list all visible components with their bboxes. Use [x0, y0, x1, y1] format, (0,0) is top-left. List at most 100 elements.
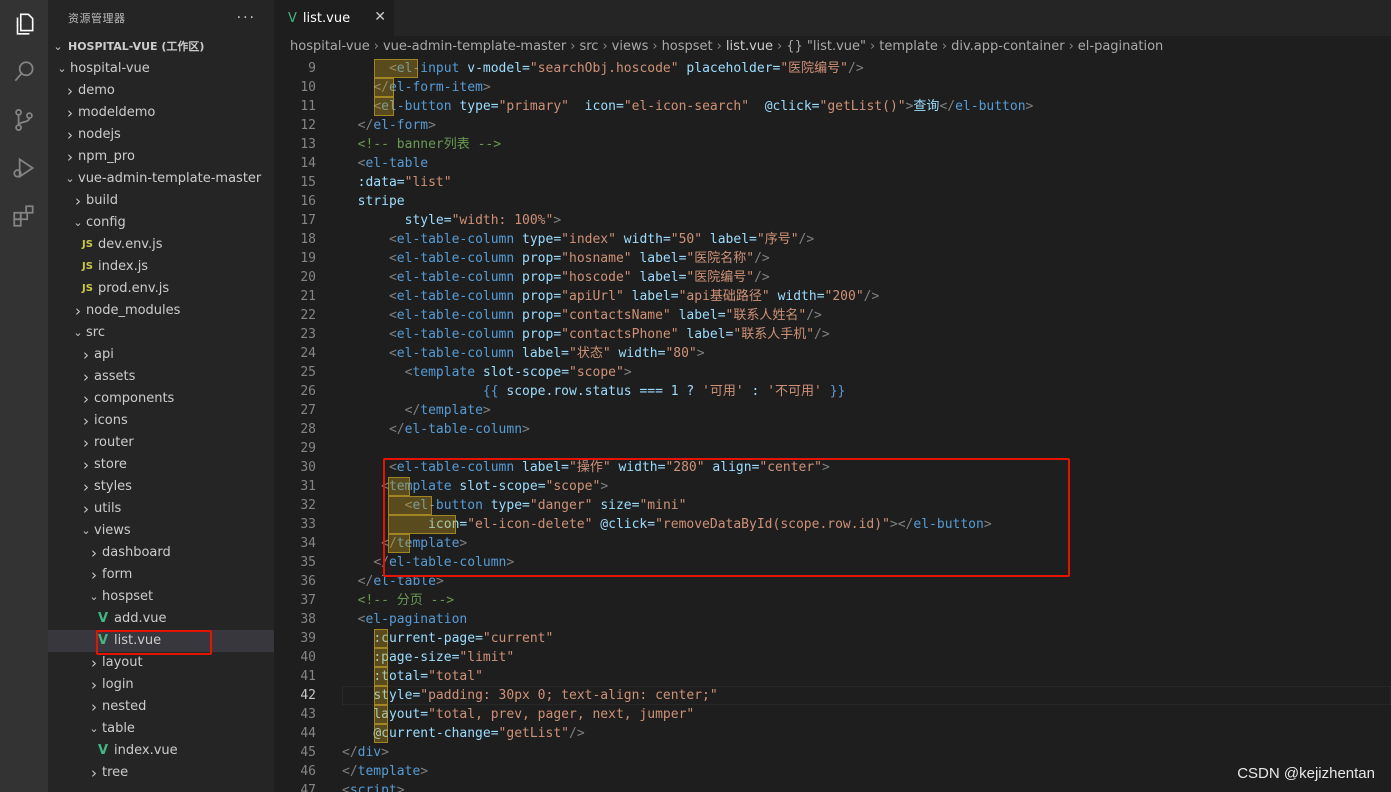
code-line[interactable]: 27 </template>	[274, 401, 1391, 420]
tree-item[interactable]: Vadd.vue	[48, 608, 274, 630]
run-debug-icon[interactable]	[10, 154, 38, 182]
line-number: 44	[300, 726, 316, 741]
line-number: 27	[300, 403, 316, 418]
tree-item[interactable]: ⌄ vue-admin-template-master	[48, 168, 274, 190]
chevron-right-icon: ›	[1068, 39, 1074, 54]
tree-item[interactable]: › build	[48, 190, 274, 212]
code-line[interactable]: 47 <script>	[274, 781, 1391, 792]
breadcrumb-item[interactable]: {} "list.vue"	[786, 36, 866, 58]
tree-item[interactable]: › icons	[48, 410, 274, 432]
code-line[interactable]: 45 </div>	[274, 743, 1391, 762]
chevron-down-icon: ⌄	[81, 524, 91, 537]
extensions-icon[interactable]	[10, 202, 38, 230]
tree-item[interactable]: ⌄ table	[48, 718, 274, 740]
breadcrumb-item[interactable]: div.app-container	[951, 36, 1064, 58]
tree-item[interactable]: › styles	[48, 476, 274, 498]
tree-item[interactable]: › assets	[48, 366, 274, 388]
code-line[interactable]: 39 :current-page="current"	[274, 629, 1391, 648]
code-line[interactable]: 37 <!-- 分页 -->	[274, 591, 1391, 610]
tree-item-label: table	[102, 721, 135, 736]
tab-list-vue[interactable]: V list.vue ✕	[274, 0, 394, 36]
code-line[interactable]: 38 <el-pagination	[274, 610, 1391, 629]
tree-item[interactable]: › store	[48, 454, 274, 476]
code-line[interactable]: 41 :total="total"	[274, 667, 1391, 686]
code-line[interactable]: 22 <el-table-column prop="contactsName" …	[274, 306, 1391, 325]
code-line[interactable]: 17 style="width: 100%">	[274, 211, 1391, 230]
breadcrumb-item[interactable]: vue-admin-template-master	[383, 36, 566, 58]
breadcrumb-item[interactable]: hospital-vue	[290, 36, 370, 58]
code-line[interactable]: 21 <el-table-column prop="apiUrl" label=…	[274, 287, 1391, 306]
tree-item[interactable]: › dashboard	[48, 542, 274, 564]
tree-item[interactable]: ⌄ hospital-vue	[48, 58, 274, 80]
tree-item[interactable]: JS dev.env.js	[48, 234, 274, 256]
code-line[interactable]: 16 stripe	[274, 192, 1391, 211]
tree-item[interactable]: ⌄ config	[48, 212, 274, 234]
more-actions-icon[interactable]: ···	[237, 10, 256, 26]
workspace-root[interactable]: ⌄ HOSPITAL-VUE (工作区)	[48, 36, 274, 58]
breadcrumb-item[interactable]: template	[879, 36, 938, 58]
code-line[interactable]: 20 <el-table-column prop="hoscode" label…	[274, 268, 1391, 287]
code-line[interactable]: 43 layout="total, prev, pager, next, jum…	[274, 705, 1391, 724]
tree-item[interactable]: › router	[48, 432, 274, 454]
tree-item[interactable]: › npm_pro	[48, 146, 274, 168]
tree-item[interactable]: › form	[48, 564, 274, 586]
whitespace-highlight	[374, 97, 394, 116]
code-line[interactable]: 28 </el-table-column>	[274, 420, 1391, 439]
line-number: 11	[300, 99, 316, 114]
chevron-right-icon: ›	[91, 676, 97, 694]
line-number: 46	[300, 764, 316, 779]
code-line[interactable]: 23 <el-table-column prop="contactsPhone"…	[274, 325, 1391, 344]
code-line[interactable]: 42 style="padding: 30px 0; text-align: c…	[274, 686, 1391, 705]
tree-item[interactable]: ⌄ src	[48, 322, 274, 344]
code-line[interactable]: 29	[274, 439, 1391, 458]
tree-item[interactable]: › components	[48, 388, 274, 410]
code-line[interactable]: 11 <el-button type="primary" icon="el-ic…	[274, 97, 1391, 116]
code-line[interactable]: 9 <el-input v-model="searchObj.hoscode" …	[274, 59, 1391, 78]
breadcrumb-item[interactable]: list.vue	[726, 36, 773, 58]
breadcrumb-item[interactable]: src	[579, 36, 598, 58]
tree-item[interactable]: › utils	[48, 498, 274, 520]
tree-item[interactable]: › nested	[48, 696, 274, 718]
breadcrumb-item[interactable]: hospset	[662, 36, 713, 58]
tree-item[interactable]: › login	[48, 674, 274, 696]
tree-item[interactable]: › demo	[48, 80, 274, 102]
tree-item[interactable]: › tree	[48, 762, 274, 784]
code-line[interactable]: 25 <template slot-scope="scope">	[274, 363, 1391, 382]
code-line[interactable]: 18 <el-table-column type="index" width="…	[274, 230, 1391, 249]
code-line[interactable]: 40 :page-size="limit"	[274, 648, 1391, 667]
tree-item[interactable]: ⌄ views	[48, 520, 274, 542]
code-line[interactable]: 44 @current-change="getList"/>	[274, 724, 1391, 743]
line-number: 16	[300, 194, 316, 209]
source-control-icon[interactable]	[10, 106, 38, 134]
code-line[interactable]: 46 </template>	[274, 762, 1391, 781]
tree-item-label: build	[86, 193, 118, 208]
code-line[interactable]: 24 <el-table-column label="状态" width="80…	[274, 344, 1391, 363]
tree-item[interactable]: › modeldemo	[48, 102, 274, 124]
tree-item[interactable]: JS prod.env.js	[48, 278, 274, 300]
tree-item[interactable]: › layout	[48, 652, 274, 674]
tree-item[interactable]: › nodejs	[48, 124, 274, 146]
code-editor[interactable]: 9 <el-input v-model="searchObj.hoscode" …	[274, 59, 1391, 792]
tree-item[interactable]: ⌄ hospset	[48, 586, 274, 608]
code-line[interactable]: 14 <el-table	[274, 154, 1391, 173]
tree-item-label: login	[102, 677, 134, 692]
code-line[interactable]: 10 </el-form-item>	[274, 78, 1391, 97]
close-icon[interactable]: ✕	[374, 9, 386, 25]
line-number: 14	[300, 156, 316, 171]
code-line[interactable]: 26 {{ scope.row.status === 1 ? '可用' : '不…	[274, 382, 1391, 401]
code-line[interactable]: 19 <el-table-column prop="hosname" label…	[274, 249, 1391, 268]
breadcrumb-item[interactable]: el-pagination	[1078, 36, 1164, 58]
breadcrumb-item[interactable]: views	[612, 36, 649, 58]
tree-item[interactable]: › node_modules	[48, 300, 274, 322]
tree-item[interactable]: › api	[48, 344, 274, 366]
code-line[interactable]: 12 </el-form>	[274, 116, 1391, 135]
activity-bar	[0, 0, 48, 792]
search-icon[interactable]	[10, 58, 38, 86]
tree-item-label: dev.env.js	[98, 237, 163, 252]
whitespace-highlight	[374, 724, 388, 743]
explorer-icon[interactable]	[10, 10, 38, 38]
tree-item[interactable]: Vindex.vue	[48, 740, 274, 762]
code-line[interactable]: 15 :data="list"	[274, 173, 1391, 192]
tree-item[interactable]: JS index.js	[48, 256, 274, 278]
code-line[interactable]: 13 <!-- banner列表 -->	[274, 135, 1391, 154]
